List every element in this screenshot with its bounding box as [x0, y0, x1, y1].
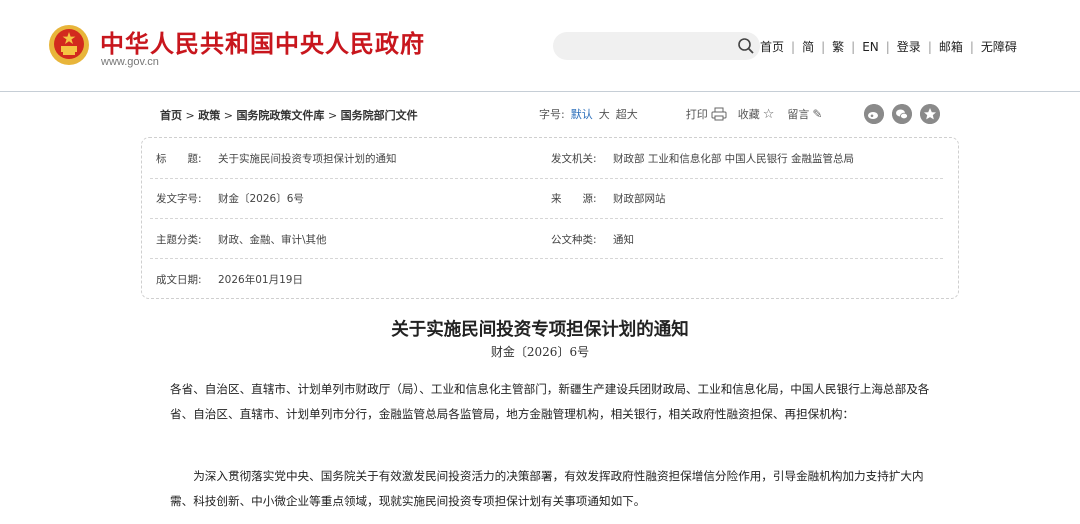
site-header: 中华人民共和国中央人民政府 www.gov.cn 首页 | 简 | 繁 | EN | 登录 | 邮箱… [0, 0, 1080, 92]
breadcrumb-policy-library[interactable]: 国务院政策文件库 [236, 109, 324, 122]
breadcrumb-policy[interactable]: 政策 [198, 109, 220, 122]
article-title: 关于实施民间投资专项担保计划的通知 [391, 320, 689, 340]
font-size-large[interactable]: 大 [599, 106, 610, 122]
favorites-share-icon[interactable] [920, 104, 940, 124]
nav-login[interactable]: 登录 [897, 40, 921, 54]
info-doctype-row: 公文种类: 通知 [551, 232, 634, 247]
info-issuer-value: 财政部 工业和信息化部 中国人民银行 金融监管总局 [613, 153, 855, 165]
comment-button[interactable]: 留言 [787, 106, 809, 122]
article-paragraph: 各省、自治区、直辖市、计划单列市财政厅（局）、工业和信息化主管部门，新疆生产建设… [170, 382, 930, 421]
info-date-label: 成文日期: [156, 274, 202, 286]
site-url: www.gov.cn [101, 56, 159, 68]
info-category-value: 财政、金融、审计\其他 [218, 234, 327, 246]
info-divider [150, 258, 943, 259]
national-emblem-icon[interactable] [48, 24, 90, 66]
site-title[interactable]: 中华人民共和国中央人民政府 [100, 24, 425, 59]
nav-traditional[interactable]: 繁 [832, 40, 844, 54]
info-doctype-label: 公文种类: [551, 234, 597, 246]
print-icon[interactable] [711, 107, 727, 121]
nav-separator: | [927, 40, 932, 54]
breadcrumb-separator: > [327, 109, 341, 122]
info-doctype-value: 通知 [613, 234, 634, 246]
article-paragraph: 为深入贯彻落实党中央、国务院关于有效激发民间投资活力的决策部署，有效发挥政府性融… [170, 469, 924, 508]
breadcrumb-home[interactable]: 首页 [160, 109, 182, 122]
article-tools: 字号: 默认 大 超大 打印 收藏 ☆ 留言 ✎ [539, 106, 825, 122]
nav-separator: | [791, 40, 796, 54]
info-title-row: 标 题: 关于实施民间投资专项担保计划的通知 [156, 151, 397, 166]
nav-home[interactable]: 首页 [760, 40, 784, 54]
info-source-value: 财政部网站 [613, 193, 666, 205]
favorite-button[interactable]: 收藏 [738, 106, 760, 122]
article-doc-number: 财金〔2026〕6号 [490, 345, 590, 359]
nav-english[interactable]: EN [862, 40, 879, 54]
breadcrumb-dept-docs[interactable]: 国务院部门文件 [341, 109, 418, 122]
header-divider [0, 91, 1080, 92]
info-issuer-label: 发文机关: [551, 153, 597, 165]
info-divider [150, 218, 943, 219]
font-size-label: 字号: [539, 108, 565, 121]
info-source-row: 来 源: 财政部网站 [551, 191, 666, 206]
weibo-share-icon[interactable] [864, 104, 884, 124]
breadcrumb-separator: > [185, 109, 199, 122]
info-category-label: 主题分类: [156, 234, 202, 246]
nav-separator: | [885, 40, 890, 54]
nav-separator: | [821, 40, 826, 54]
font-size-xlarge[interactable]: 超大 [616, 106, 638, 122]
font-size-default[interactable]: 默认 [571, 106, 593, 122]
info-title-label: 标 题: [156, 153, 202, 165]
breadcrumb-separator: > [223, 109, 237, 122]
nav-separator: | [969, 40, 974, 54]
search-icon[interactable] [737, 37, 755, 55]
star-icon[interactable]: ☆ [763, 107, 775, 122]
info-docno-value: 财金〔2026〕6号 [218, 193, 304, 205]
top-nav: 首页 | 简 | 繁 | EN | 登录 | 邮箱 | 无障碍 [760, 38, 1017, 55]
info-title-value: 关于实施民间投资专项担保计划的通知 [218, 153, 397, 165]
info-docno-row: 发文字号: 财金〔2026〕6号 [156, 191, 304, 206]
info-divider [150, 178, 943, 179]
nav-simplified[interactable]: 简 [802, 40, 814, 54]
info-date-value: 2026年01月19日 [218, 274, 303, 286]
search-input[interactable] [553, 32, 760, 60]
info-date-row: 成文日期: 2026年01月19日 [156, 272, 303, 287]
info-docno-label: 发文字号: [156, 193, 202, 205]
wechat-share-icon[interactable] [892, 104, 912, 124]
nav-mail[interactable]: 邮箱 [939, 40, 963, 54]
pencil-icon[interactable]: ✎ [812, 107, 822, 121]
nav-accessibility[interactable]: 无障碍 [981, 40, 1017, 54]
info-issuer-row: 发文机关: 财政部 工业和信息化部 中国人民银行 金融监管总局 [551, 151, 854, 166]
print-button[interactable]: 打印 [686, 106, 708, 122]
nav-separator: | [851, 40, 856, 54]
info-category-row: 主题分类: 财政、金融、审计\其他 [156, 232, 327, 247]
breadcrumb: 首页 > 政策 > 国务院政策文件库 > 国务院部门文件 [160, 107, 418, 123]
info-source-label: 来 源: [551, 193, 597, 205]
